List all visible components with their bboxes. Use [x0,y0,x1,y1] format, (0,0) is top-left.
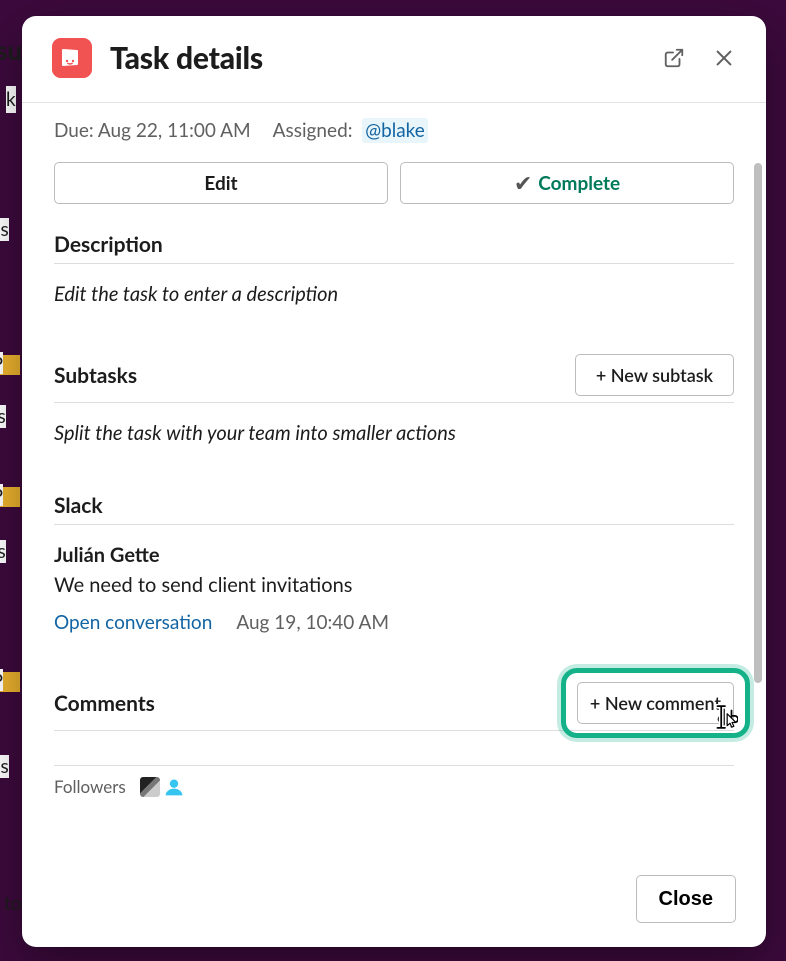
task-meta: Due: Aug 22, 11:00 AM Assigned: @blake [54,119,734,142]
close-button[interactable]: Close [636,875,736,923]
open-external-icon[interactable] [662,46,686,70]
assigned-text: Assigned: @blake [273,119,428,142]
bg-fragment: AP [0,484,3,506]
bg-fragment: as [0,540,6,563]
bg-highlight [0,672,20,692]
description-heading: Description [54,232,734,264]
slack-section: Slack Julián Gette We need to send clien… [54,493,734,634]
bg-fragment: su [0,34,22,66]
bg-fragment: AP [0,669,3,691]
follower-avatar-2[interactable] [164,777,184,797]
modal-footer: Close [22,851,766,947]
slack-message: We need to send client invitations [54,573,734,597]
tutorial-highlight [561,668,750,738]
check-icon: ✔ [514,169,532,197]
bg-fragment: AP [0,352,3,374]
subtasks-section: Subtasks + New subtask Split the task wi… [54,354,734,445]
complete-button[interactable]: ✔Complete [400,162,734,204]
description-section: Description Edit the task to enter a des… [54,232,734,306]
due-date-text: Due: Aug 22, 11:00 AM [54,119,251,142]
scrollbar-thumb[interactable] [754,163,762,683]
comments-section: Comments + New comment Followers [54,682,734,797]
bg-fragment: as [0,405,6,428]
slack-timestamp: Aug 19, 10:40 AM [236,611,389,634]
close-icon[interactable] [712,46,736,70]
edit-button[interactable]: Edit [54,162,388,204]
slack-heading: Slack [54,493,734,525]
bg-fragment: ails [0,218,9,241]
comments-heading: Comments [54,691,155,716]
follower-avatar-1[interactable] [140,777,160,797]
mention-assignee[interactable]: @blake [362,118,428,143]
slack-author: Julián Gette [54,543,734,567]
subtasks-placeholder: Split the task with your team into small… [54,421,734,445]
description-placeholder: Edit the task to enter a description [54,282,734,306]
bg-highlight [0,355,20,375]
followers-label: Followers [54,776,126,797]
task-details-modal: Task details Due: Aug 22, 11:00 AM Assig… [22,16,766,947]
app-icon [52,38,92,78]
followers-row: Followers [54,765,734,797]
modal-title: Task details [110,40,263,76]
subtasks-heading: Subtasks [54,363,137,388]
bg-fragment: k [6,86,16,113]
open-conversation-link[interactable]: Open conversation [54,611,212,634]
modal-body: Due: Aug 22, 11:00 AM Assigned: @blake E… [22,103,766,851]
bg-fragment: ails [0,755,9,778]
bg-highlight [0,487,20,507]
new-subtask-button[interactable]: + New subtask [575,354,734,396]
bg-fragment: to [4,892,22,915]
modal-header: Task details [22,16,766,103]
